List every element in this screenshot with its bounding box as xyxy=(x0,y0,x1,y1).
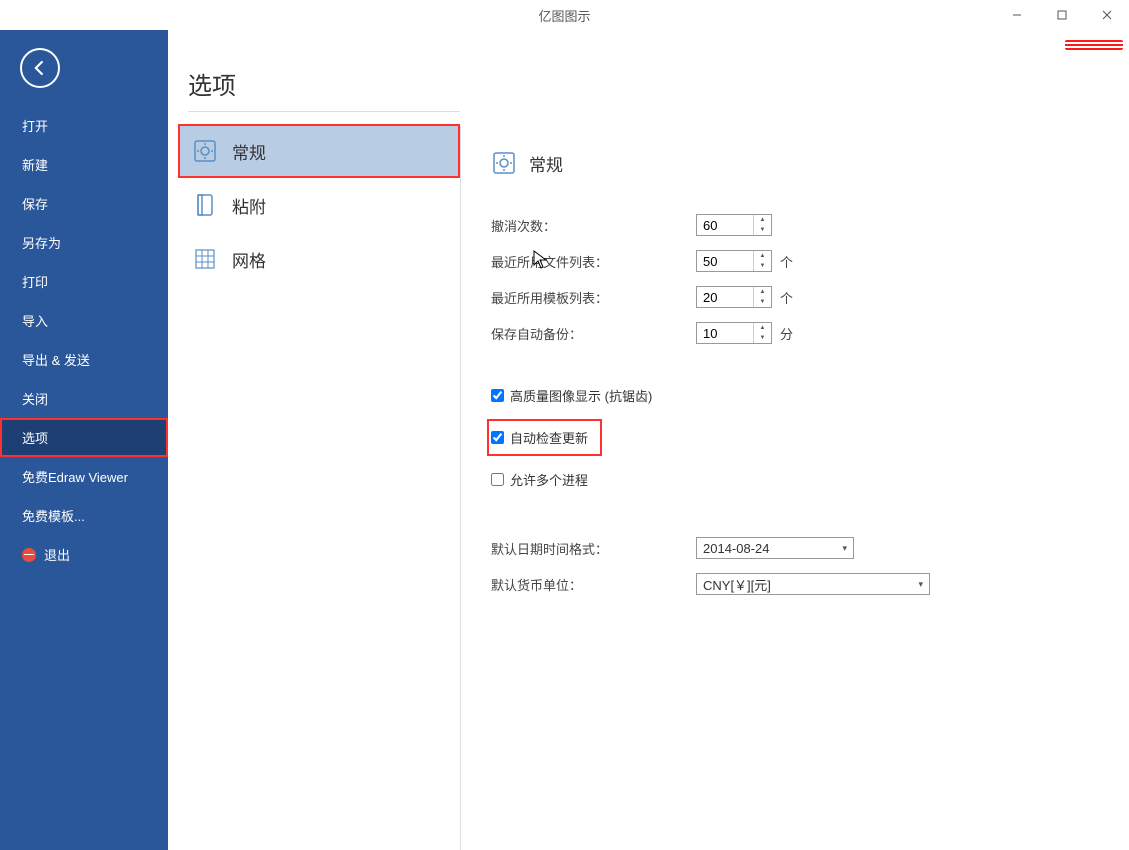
sidebar: 打开 新建 保存 另存为 打印 导入 导出 & 发送 关闭 选项 免费Edraw… xyxy=(0,30,168,850)
spinner-down[interactable]: ▼ xyxy=(754,225,771,235)
row-date-format: 默认日期时间格式： 2014-08-24 ▾ xyxy=(491,537,1099,559)
label-high-quality: 高质量图像显示 (抗锯齿) xyxy=(510,386,652,405)
sub-nav-label: 常规 xyxy=(232,139,266,164)
sidebar-item-exit[interactable]: — 退出 xyxy=(0,535,168,574)
sidebar-item-new[interactable]: 新建 xyxy=(0,145,168,184)
sub-nav-label: 网格 xyxy=(232,247,266,272)
gear-icon xyxy=(192,138,218,164)
minimize-button[interactable] xyxy=(994,0,1039,30)
row-undo: 撤消次数： ▲▼ xyxy=(491,214,1099,236)
chevron-down-icon: ▾ xyxy=(842,543,847,554)
app-title: 亿图图示 xyxy=(538,6,590,25)
recent-templates-input[interactable] xyxy=(697,287,753,307)
label-currency: 默认货币单位： xyxy=(491,575,696,594)
spinner-up[interactable]: ▲ xyxy=(754,323,771,333)
label-recent-files: 最近所用文件列表： xyxy=(491,252,696,271)
row-currency: 默认货币单位： CNY[￥][元] ▾ xyxy=(491,573,1099,595)
attach-icon xyxy=(192,192,218,218)
spinner-down[interactable]: ▼ xyxy=(754,333,771,343)
spinner-down[interactable]: ▼ xyxy=(754,297,771,307)
recent-files-spinner[interactable]: ▲▼ xyxy=(696,250,772,272)
unit-recent-files: 个 xyxy=(780,252,793,271)
content-panel: 常规 撤消次数： ▲▼ 最近所用文件列表： ▲▼ 个 最近所用模板列表： xyxy=(461,30,1129,850)
window-controls xyxy=(994,0,1129,30)
sidebar-item-close[interactable]: 关闭 xyxy=(0,379,168,418)
sidebar-item-export[interactable]: 导出 & 发送 xyxy=(0,340,168,379)
row-multi-process: 允许多个进程 xyxy=(491,470,1099,489)
sidebar-item-templates[interactable]: 免费模板... xyxy=(0,496,168,535)
page-title: 选项 xyxy=(188,66,460,101)
sidebar-item-options[interactable]: 选项 xyxy=(0,418,168,457)
sidebar-item-save-as[interactable]: 另存为 xyxy=(0,223,168,262)
spinner-up[interactable]: ▲ xyxy=(754,215,771,225)
label-recent-templates: 最近所用模板列表： xyxy=(491,288,696,307)
label-date-format: 默认日期时间格式： xyxy=(491,539,696,558)
label-undo: 撤消次数： xyxy=(491,216,696,235)
recent-templates-spinner[interactable]: ▲▼ xyxy=(696,286,772,308)
label-multi-process: 允许多个进程 xyxy=(510,470,588,489)
row-recent-templates: 最近所用模板列表： ▲▼ 个 xyxy=(491,286,1099,308)
checkbox-auto-update[interactable] xyxy=(491,431,504,444)
exit-icon: — xyxy=(22,548,36,562)
sidebar-item-print[interactable]: 打印 xyxy=(0,262,168,301)
sidebar-item-viewer[interactable]: 免费Edraw Viewer xyxy=(0,457,168,496)
sidebar-item-import[interactable]: 导入 xyxy=(0,301,168,340)
spinner-up[interactable]: ▲ xyxy=(754,251,771,261)
divider xyxy=(188,111,460,112)
undo-spinner[interactable]: ▲▼ xyxy=(696,214,772,236)
chevron-down-icon: ▾ xyxy=(918,579,923,590)
row-autosave: 保存自动备份： ▲▼ 分 xyxy=(491,322,1099,344)
gear-icon xyxy=(491,150,517,176)
sub-nav-panel: 选项 常规 粘附 网格 xyxy=(168,30,460,850)
autosave-spinner[interactable]: ▲▼ xyxy=(696,322,772,344)
maximize-button[interactable] xyxy=(1039,0,1084,30)
select-date-format[interactable]: 2014-08-24 ▾ xyxy=(696,537,854,559)
spinner-up[interactable]: ▲ xyxy=(754,287,771,297)
sub-nav-snap[interactable]: 粘附 xyxy=(178,178,460,232)
titlebar: 亿图图示 xyxy=(0,0,1129,30)
spinner-down[interactable]: ▼ xyxy=(754,261,771,271)
label-autosave: 保存自动备份： xyxy=(491,324,696,343)
label-auto-update: 自动检查更新 xyxy=(510,428,588,447)
content-header: 常规 xyxy=(491,150,1099,176)
sub-nav-grid[interactable]: 网格 xyxy=(178,232,460,286)
unit-autosave: 分 xyxy=(780,324,793,343)
sidebar-item-save[interactable]: 保存 xyxy=(0,184,168,223)
grid-icon xyxy=(192,246,218,272)
row-high-quality: 高质量图像显示 (抗锯齿) xyxy=(491,386,1099,405)
autosave-input[interactable] xyxy=(697,323,753,343)
sidebar-item-open[interactable]: 打开 xyxy=(0,106,168,145)
back-button[interactable] xyxy=(20,48,60,88)
select-value: 2014-08-24 xyxy=(703,541,770,556)
unit-recent-templates: 个 xyxy=(780,288,793,307)
checkbox-high-quality[interactable] xyxy=(491,389,504,402)
content-title: 常规 xyxy=(529,151,563,176)
checkbox-multi-process[interactable] xyxy=(491,473,504,486)
select-currency[interactable]: CNY[￥][元] ▾ xyxy=(696,573,930,595)
undo-input[interactable] xyxy=(697,215,753,235)
row-auto-update: 自动检查更新 xyxy=(487,419,602,456)
select-value: CNY[￥][元] xyxy=(703,575,771,594)
sub-nav-label: 粘附 xyxy=(232,193,266,218)
row-recent-files: 最近所用文件列表： ▲▼ 个 xyxy=(491,250,1099,272)
recent-files-input[interactable] xyxy=(697,251,753,271)
sub-nav-general[interactable]: 常规 xyxy=(178,124,460,178)
close-button[interactable] xyxy=(1084,0,1129,30)
